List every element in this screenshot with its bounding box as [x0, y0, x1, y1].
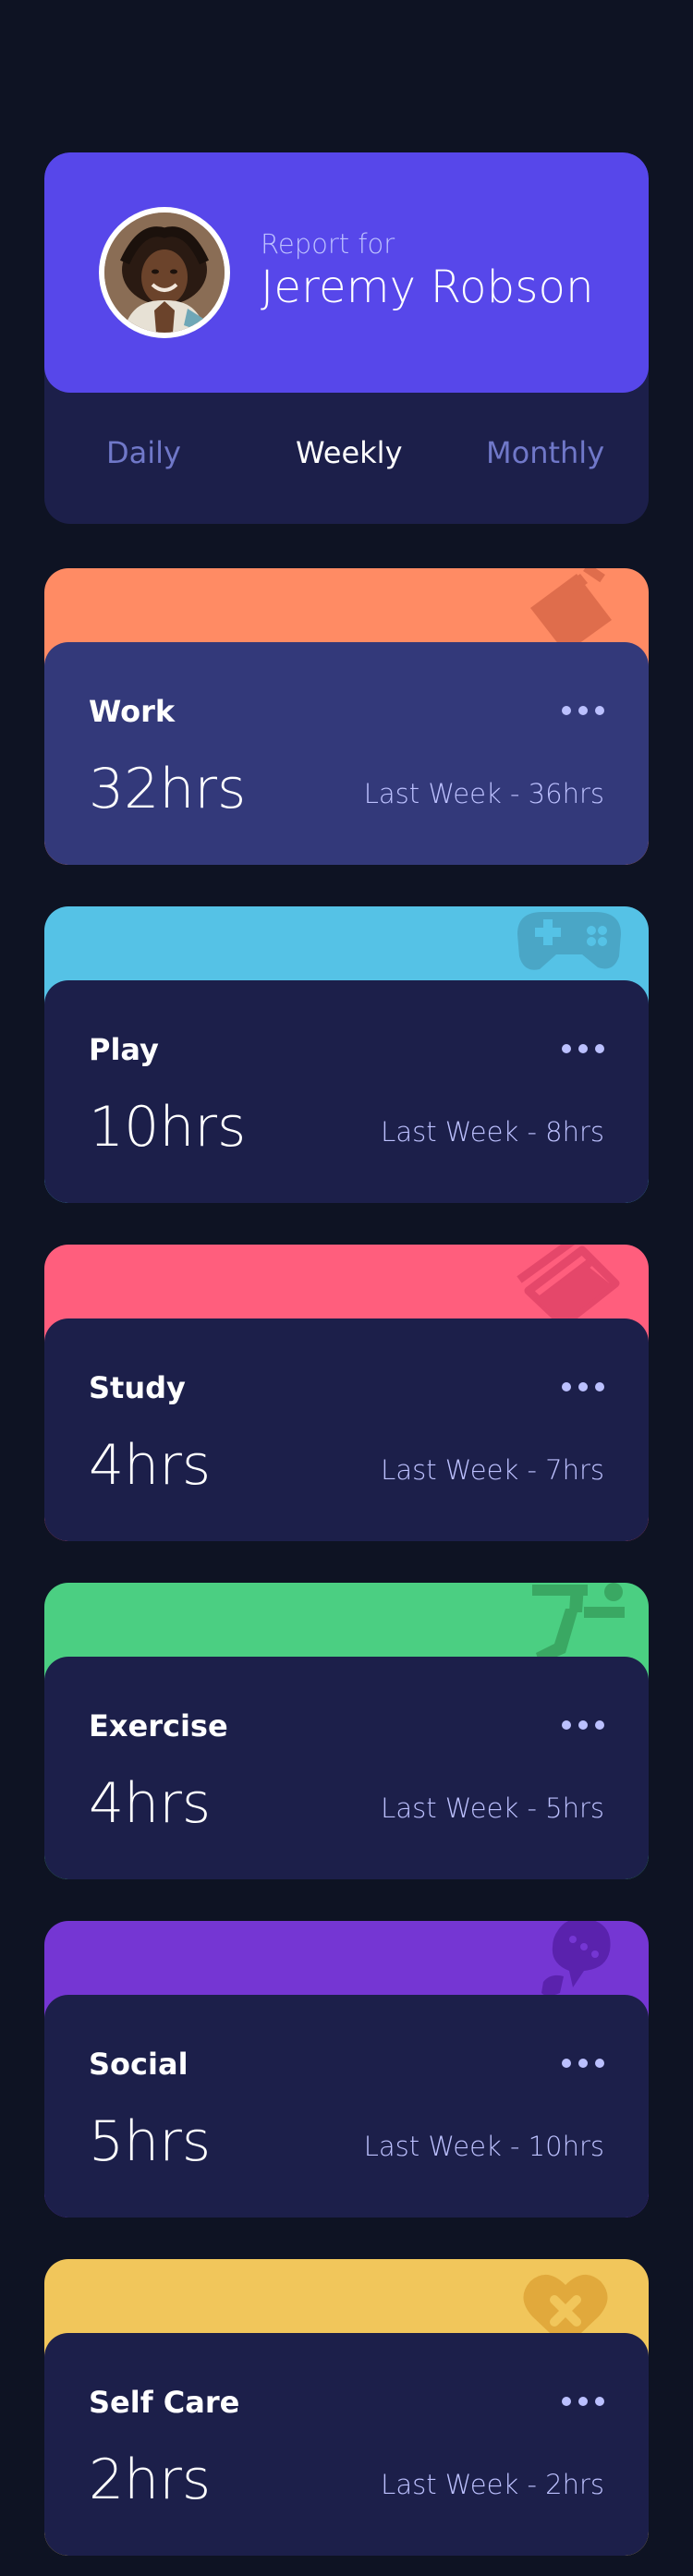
- activity-title: Social: [89, 2047, 188, 2082]
- activity-previous: Last Week - 7hrs: [381, 1454, 604, 1486]
- user-name: Jeremy Robson: [261, 261, 594, 313]
- activity-card-play: Play 10hrs Last Week - 8hrs: [44, 906, 649, 1203]
- activity-card-study: Study 4hrs Last Week - 7hrs: [44, 1245, 649, 1541]
- ellipsis-menu-icon[interactable]: [562, 1381, 604, 1392]
- profile-card: Report for Jeremy Robson Daily Weekly Mo…: [44, 152, 649, 524]
- activity-body: Exercise 4hrs Last Week - 5hrs: [44, 1657, 649, 1879]
- activity-title: Exercise: [89, 1708, 228, 1744]
- activity-body: Play 10hrs Last Week - 8hrs: [44, 980, 649, 1203]
- activity-body: Study 4hrs Last Week - 7hrs: [44, 1318, 649, 1541]
- activity-previous: Last Week - 5hrs: [381, 1792, 604, 1824]
- ellipsis-menu-icon[interactable]: [562, 705, 604, 716]
- activity-hours: 5hrs: [89, 2109, 212, 2174]
- activity-card-self-care: Self Care 2hrs Last Week - 2hrs: [44, 2259, 649, 2556]
- tab-daily[interactable]: Daily: [106, 435, 181, 470]
- activity-hours: 2hrs: [89, 2448, 212, 2512]
- ellipsis-menu-icon[interactable]: [562, 1043, 604, 1054]
- activity-body: Self Care 2hrs Last Week - 2hrs: [44, 2333, 649, 2556]
- activity-previous: Last Week - 10hrs: [363, 2131, 604, 2162]
- activity-title: Play: [89, 1032, 159, 1067]
- avatar-icon: [104, 213, 225, 333]
- timeframe-tabs: Daily Weekly Monthly: [44, 393, 649, 524]
- activity-card-social: Social 5hrs Last Week - 10hrs: [44, 1921, 649, 2218]
- tab-monthly[interactable]: Monthly: [486, 435, 604, 470]
- activity-hours: 4hrs: [89, 1433, 212, 1498]
- report-for-label: Report for: [261, 228, 395, 260]
- activity-title: Work: [89, 694, 176, 729]
- activity-previous: Last Week - 2hrs: [381, 2469, 604, 2500]
- ellipsis-menu-icon[interactable]: [562, 2396, 604, 2407]
- ellipsis-menu-icon[interactable]: [562, 2058, 604, 2069]
- profile-header: Report for Jeremy Robson: [44, 152, 649, 393]
- ellipsis-menu-icon[interactable]: [562, 1719, 604, 1731]
- activity-body: Work 32hrs Last Week - 36hrs: [44, 642, 649, 865]
- activity-title: Study: [89, 1370, 186, 1405]
- activity-hours: 10hrs: [89, 1095, 247, 1160]
- activity-hours: 32hrs: [89, 757, 247, 821]
- avatar: [99, 207, 230, 338]
- activity-title: Self Care: [89, 2385, 240, 2420]
- dashboard: Report for Jeremy Robson Daily Weekly Mo…: [44, 152, 649, 2556]
- activity-body: Social 5hrs Last Week - 10hrs: [44, 1995, 649, 2218]
- tab-weekly[interactable]: Weekly: [296, 435, 403, 470]
- activity-previous: Last Week - 8hrs: [381, 1116, 604, 1148]
- activity-card-exercise: Exercise 4hrs Last Week - 5hrs: [44, 1583, 649, 1879]
- activity-card-work: Work 32hrs Last Week - 36hrs: [44, 568, 649, 865]
- activity-previous: Last Week - 36hrs: [363, 778, 604, 809]
- activity-hours: 4hrs: [89, 1771, 212, 1836]
